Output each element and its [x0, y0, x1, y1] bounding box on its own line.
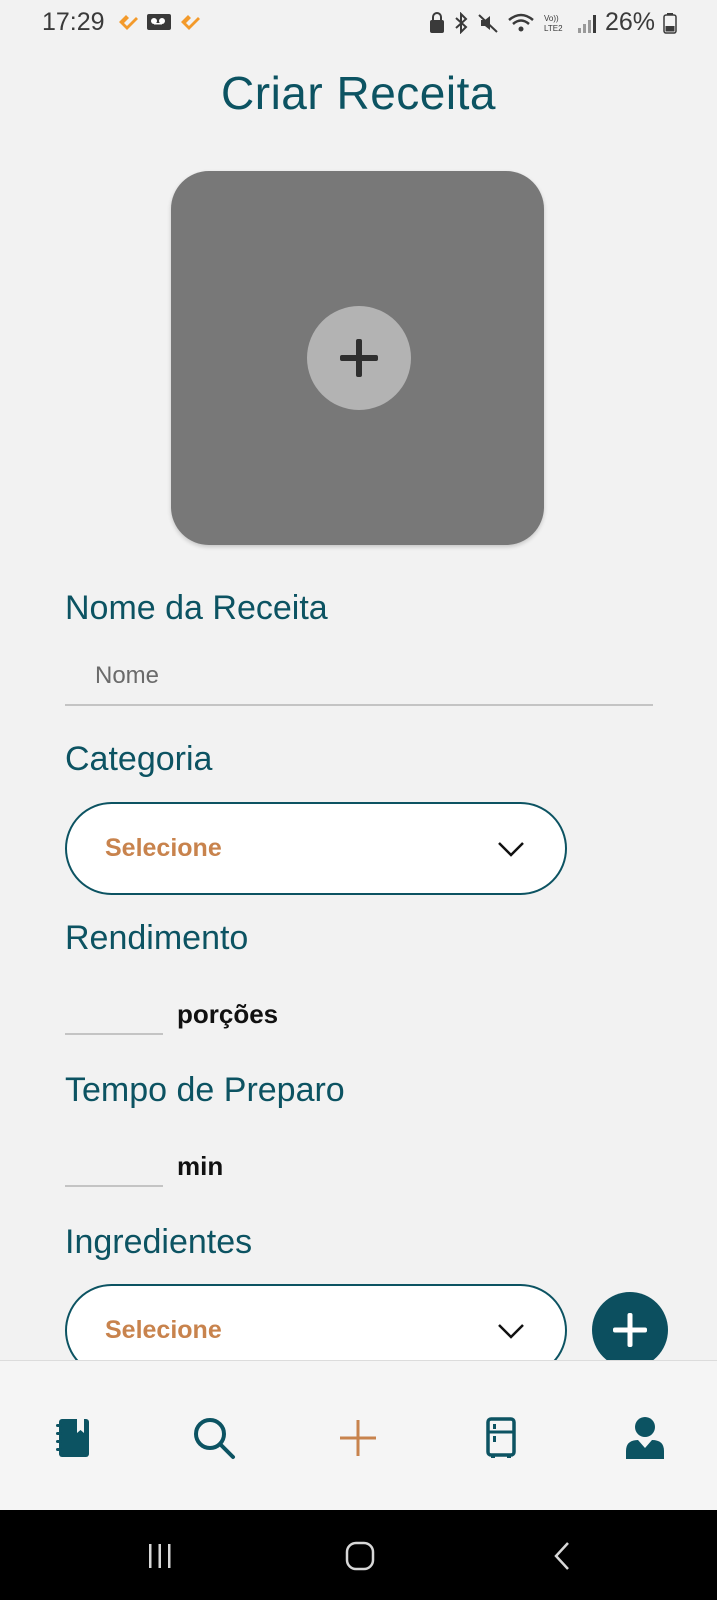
- recipe-name-label: Nome da Receita: [65, 589, 328, 627]
- yield-unit-label: porções: [177, 999, 279, 1029]
- home-icon: [345, 1541, 375, 1571]
- category-select[interactable]: Selecione: [65, 802, 567, 895]
- notification-icons: [116, 12, 202, 32]
- add-photo-button[interactable]: [307, 306, 411, 410]
- bottom-navigation: [0, 1360, 717, 1510]
- wifi-icon: [508, 13, 534, 31]
- svg-text:LTE2: LTE2: [544, 24, 563, 33]
- battery-icon: [663, 12, 677, 34]
- plus-icon: [340, 339, 378, 377]
- status-bar: 17:29 Vo)) LTE2 26%: [0, 0, 717, 46]
- back-icon: [554, 1542, 569, 1570]
- category-label: Categoria: [65, 740, 213, 778]
- prep-time-unit-label: min: [177, 1151, 224, 1181]
- home-button[interactable]: [335, 1534, 385, 1578]
- app-notification-icon: [119, 15, 138, 30]
- voicemail-icon: [147, 14, 171, 30]
- recipe-name-input[interactable]: [65, 648, 653, 706]
- status-time: 17:29: [42, 8, 105, 36]
- plus-icon: [613, 1313, 647, 1347]
- nav-item-fridge[interactable]: [476, 1413, 526, 1463]
- recent-apps-icon: [149, 1544, 171, 1568]
- profile-icon: [626, 1417, 664, 1459]
- category-select-value: Selecione: [105, 834, 222, 862]
- chevron-down-icon: [498, 1323, 524, 1339]
- volte-icon: Vo)) LTE2: [544, 14, 563, 33]
- nav-item-recipes[interactable]: [47, 1413, 97, 1463]
- recent-apps-button[interactable]: [135, 1534, 185, 1578]
- back-button[interactable]: [537, 1534, 587, 1578]
- svg-text:Vo)): Vo)): [544, 14, 559, 23]
- ingredients-label: Ingredientes: [65, 1223, 253, 1261]
- recipe-image-picker[interactable]: [171, 171, 544, 545]
- bluetooth-icon: [455, 11, 468, 34]
- app-notification-icon: [181, 15, 200, 30]
- prep-time-input[interactable]: [65, 1151, 163, 1187]
- system-navigation-bar: [0, 1510, 717, 1600]
- system-status-icons: Vo)) LTE2 26%: [429, 8, 677, 37]
- lock-icon: [429, 11, 444, 33]
- recipe-book-icon: [56, 1419, 89, 1457]
- ingredients-select-value: Selecione: [105, 1316, 222, 1344]
- chevron-down-icon: [498, 841, 524, 857]
- search-icon: [194, 1418, 235, 1459]
- yield-input[interactable]: [65, 999, 163, 1035]
- mute-icon: [478, 13, 498, 33]
- create-recipe-screen: 17:29 Vo)) LTE2 26% Criar Receita Nome d…: [0, 0, 717, 1600]
- fridge-icon: [486, 1417, 516, 1458]
- battery-percentage: 26%: [604, 8, 655, 36]
- plus-icon: [340, 1420, 376, 1456]
- prep-time-label: Tempo de Preparo: [65, 1071, 345, 1109]
- add-ingredient-button[interactable]: [592, 1292, 668, 1368]
- yield-label: Rendimento: [65, 919, 249, 957]
- signal-icon: [577, 14, 596, 33]
- nav-item-create-recipe[interactable]: [333, 1413, 383, 1463]
- nav-item-profile[interactable]: [620, 1413, 670, 1463]
- page-title: Criar Receita: [221, 67, 496, 119]
- nav-item-search[interactable]: [189, 1413, 239, 1463]
